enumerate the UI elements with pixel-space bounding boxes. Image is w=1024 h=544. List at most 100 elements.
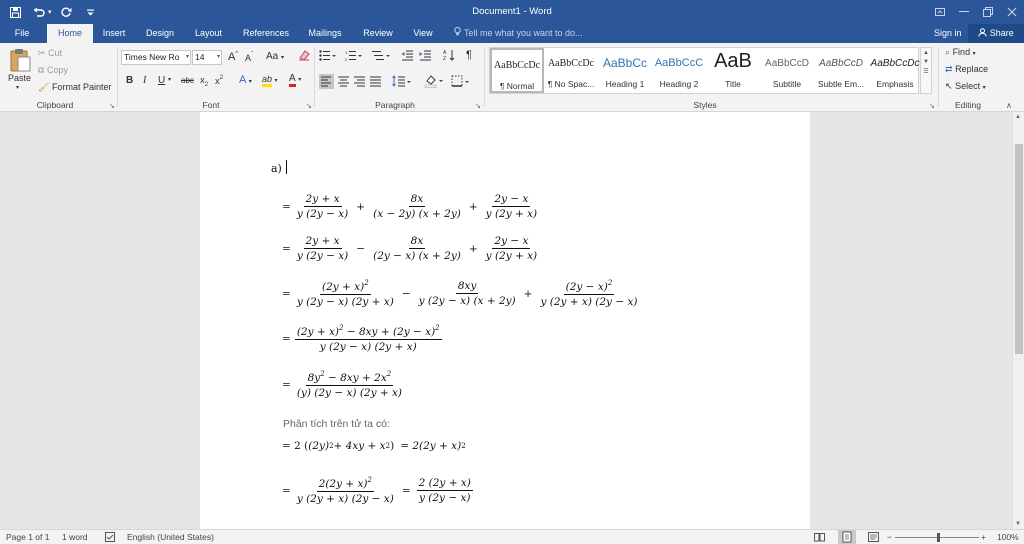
tab-mailings[interactable]: Mailings [301,24,349,43]
shading-icon[interactable] [424,73,444,90]
style-preview: AaBbCcD [765,58,809,69]
style-title[interactable]: AaB Title [706,48,760,93]
numerator: (2y + x)2 − 8xy + (2y − x)2 [294,324,442,340]
underline-dropdown-icon[interactable]: ▾ [168,76,171,83]
paste-icon[interactable] [9,47,31,75]
tell-me-box[interactable]: Tell me what you want to do... [454,24,583,43]
tab-view[interactable]: View [407,24,439,43]
text-effects-button[interactable]: A ▾ [239,74,252,86]
align-right-icon[interactable] [353,74,366,91]
borders-icon[interactable] [451,74,471,91]
strikethrough-button[interactable]: abc [181,76,194,85]
font-group-label: Font [202,100,220,110]
document-page[interactable] [200,112,810,529]
scroll-thumb[interactable] [1015,144,1023,354]
grow-font-button[interactable]: A^ [228,51,238,63]
styles-launcher-icon[interactable]: ↘ [929,102,935,110]
sign-in-link[interactable]: Sign in [934,24,962,42]
paste-dropdown-icon[interactable]: ▾ [16,84,19,91]
numerator: (2y + x)2 [319,279,371,295]
save-icon[interactable] [4,3,26,21]
style-normal[interactable]: AaBbCcDc ¶ Normal [490,48,544,93]
italic-button[interactable]: I [143,75,146,86]
style-subtitle[interactable]: AaBbCcD Subtitle [760,48,814,93]
align-center-icon[interactable] [337,74,350,91]
chevron-down-icon[interactable]: ▼ [921,59,931,65]
print-layout-icon[interactable] [838,530,856,544]
language-indicator[interactable]: English (United States) [127,532,214,542]
restore-icon[interactable] [976,0,1000,24]
undo-dropdown-icon[interactable]: ▾ [48,8,52,16]
bullets-icon[interactable] [319,50,337,63]
style-subtle-emphasis[interactable]: AaBbCcD Subtle Em... [814,48,868,93]
tab-insert[interactable]: Insert [96,24,132,43]
subscript-button[interactable]: x2 [200,75,208,88]
clear-formatting-icon[interactable] [298,49,310,63]
tab-home[interactable]: Home [47,24,93,43]
chevron-up-icon[interactable]: ▲ [921,50,931,56]
page-count[interactable]: Page 1 of 1 [6,532,49,542]
clipboard-launcher-icon[interactable]: ↘ [109,102,115,110]
minimize-icon[interactable] [952,0,976,24]
tab-design[interactable]: Design [140,24,180,43]
cut-button[interactable]: ✂ Cut [38,48,62,59]
align-left-icon[interactable] [319,74,334,89]
show-formatting-marks-button[interactable]: ¶ [466,49,472,61]
word-count[interactable]: 1 word [62,532,88,542]
redo-icon[interactable] [56,3,78,21]
superscript-button[interactable]: x2 [215,75,223,87]
fraction: 8x (2y − x) (x + 2y) [371,235,463,262]
underline-button[interactable]: U [158,75,165,86]
share-button[interactable]: Share [968,24,1024,43]
change-case-button[interactable]: Aa ▾ [266,51,284,62]
bold-button[interactable]: B [126,75,133,86]
tab-file[interactable]: File [0,24,44,43]
decrease-indent-icon[interactable] [401,50,414,63]
tab-references[interactable]: References [238,24,294,43]
zoom-out-button[interactable]: − [887,532,892,542]
shrink-font-button[interactable]: Aˇ [245,52,253,63]
paragraph-launcher-icon[interactable]: ↘ [475,102,481,110]
font-launcher-icon[interactable]: ↘ [306,102,312,110]
proofing-icon[interactable] [105,532,115,544]
customize-icon[interactable] [80,3,102,21]
undo-icon[interactable] [28,3,50,21]
more-styles-icon[interactable]: ☰ [921,68,931,75]
font-size-select[interactable]: 14 ▾ [192,50,222,65]
line-spacing-icon[interactable] [392,74,412,91]
style-heading-1[interactable]: AaBbCc Heading 1 [598,48,652,93]
scroll-up-icon[interactable]: ▲ [1015,114,1021,120]
read-mode-icon[interactable] [814,532,825,544]
vertical-scrollbar[interactable]: ▲ ▼ [1012,112,1024,529]
paste-button[interactable]: Paste [8,73,31,83]
zoom-slider-thumb[interactable] [937,533,940,542]
numbering-icon[interactable]: 12 [345,50,363,63]
lightbulb-icon [454,24,461,42]
zoom-in-button[interactable]: + [981,532,986,542]
copy-button[interactable]: ⧉ Copy [38,65,68,76]
ribbon-display-options-icon[interactable] [928,0,952,24]
styles-gallery-scroll[interactable]: ▲ ▼ ☰ [920,47,932,94]
multilevel-list-icon[interactable] [371,50,391,63]
denominator: (2y − x) (x + 2y) [373,250,461,262]
sort-icon[interactable]: AZ [443,49,455,63]
justify-icon[interactable] [369,74,382,91]
select-button[interactable]: ↖ Select ▾ [945,81,986,92]
zoom-level[interactable]: 100% [997,532,1019,542]
style-no-spacing[interactable]: AaBbCcDc ¶ No Spac... [544,48,598,93]
font-family-select[interactable]: Times New Ro ▾ [121,50,191,65]
format-painter-button[interactable]: 🖌 Format Painter [38,82,111,93]
web-layout-icon[interactable] [868,532,879,544]
collapse-ribbon-icon[interactable]: ∧ [1006,101,1012,110]
tab-layout[interactable]: Layout [187,24,230,43]
style-emphasis[interactable]: AaBbCcDc Emphasis [868,48,922,93]
style-heading-2[interactable]: AaBbCcC Heading 2 [652,48,706,93]
find-button[interactable]: ⌕ Find ▾ [945,47,976,58]
increase-indent-icon[interactable] [419,50,432,63]
highlight-button[interactable]: ab ▾ [262,74,278,87]
replace-button[interactable]: ⇄ Replace [945,64,988,75]
scroll-down-icon[interactable]: ▼ [1015,521,1021,527]
tab-review[interactable]: Review [357,24,399,43]
font-color-button[interactable]: A ▾ [289,73,301,87]
close-icon[interactable] [1000,0,1024,24]
